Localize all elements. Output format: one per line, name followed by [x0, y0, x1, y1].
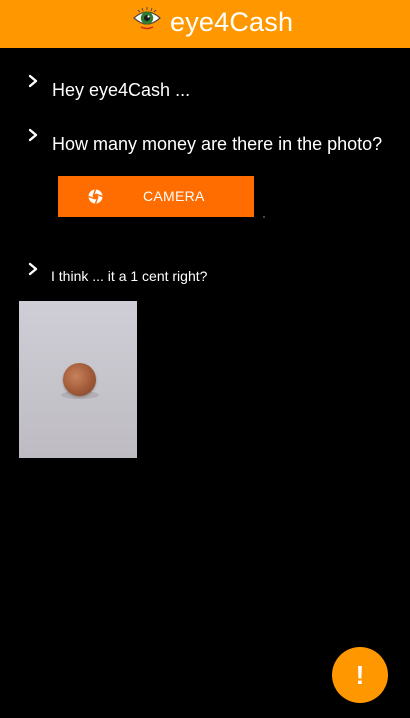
- camera-shutter-icon: [88, 189, 103, 204]
- app-title: eye4Cash: [170, 7, 294, 37]
- camera-button-label: CAMERA: [143, 188, 205, 204]
- coin-image: [63, 363, 96, 396]
- exclamation-icon: !: [355, 660, 365, 690]
- divider-dot: [263, 216, 265, 218]
- app-bar: eye4Cash: [0, 0, 410, 48]
- camera-button[interactable]: CAMERA: [58, 176, 254, 217]
- message-text: Hey eye4Cash ...: [52, 80, 191, 100]
- chevron-right-icon: [28, 74, 38, 88]
- eye-icon: [133, 7, 161, 30]
- coin-photo: [19, 301, 137, 458]
- chevron-right-icon: [28, 128, 38, 142]
- message-text: How many money are there in the photo?: [52, 134, 383, 154]
- chevron-right-icon: [28, 262, 38, 276]
- message-text: I think ... it a 1 cent right?: [51, 268, 208, 284]
- help-fab-button[interactable]: !: [332, 647, 388, 703]
